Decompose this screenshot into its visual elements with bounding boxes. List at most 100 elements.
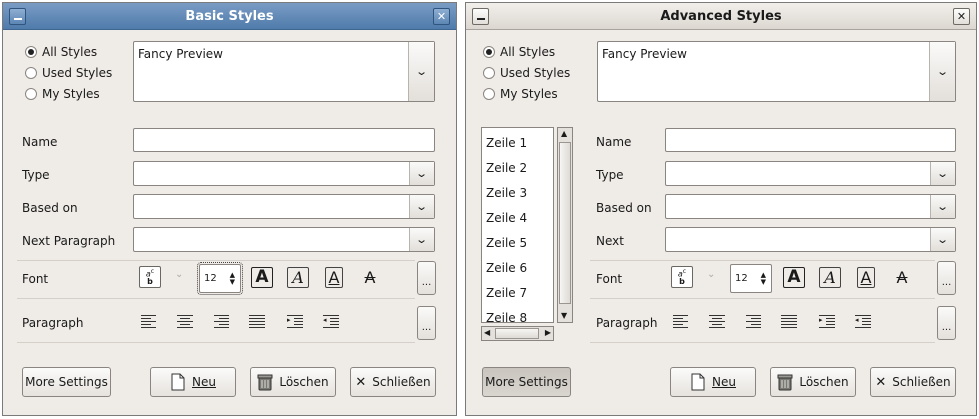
radio-circle[interactable]	[483, 88, 495, 100]
outdent-icon[interactable]: ◂	[320, 310, 342, 332]
basic-styles-window: Basic Styles ✕ All Styles Used Styles My…	[2, 2, 457, 416]
strikethrough-icon[interactable]: A	[359, 266, 381, 288]
paragraph-more-button[interactable]: ...	[937, 306, 956, 340]
next-paragraph-combo[interactable]: ⌄	[133, 227, 435, 252]
button-label: Neu	[192, 375, 216, 389]
radio-circle[interactable]	[483, 46, 495, 58]
close-icon[interactable]: ✕	[433, 8, 450, 25]
close-button[interactable]: ✕ Schließen	[350, 367, 436, 397]
underline-icon[interactable]: A	[855, 266, 877, 288]
font-more-button[interactable]: ...	[417, 261, 436, 295]
font-size-spinner[interactable]: 12 ▲ ▼	[197, 262, 243, 295]
underline-icon[interactable]: A	[323, 266, 345, 288]
horizontal-scrollbar[interactable]: ◀ ▶	[481, 326, 554, 341]
chevron-down-icon[interactable]: ⌄	[409, 195, 434, 218]
radio-circle[interactable]	[25, 46, 37, 58]
scroll-right-icon[interactable]: ▶	[545, 329, 551, 337]
new-button[interactable]: Neu	[670, 367, 756, 397]
italic-icon[interactable]: A	[287, 266, 309, 288]
style-list[interactable]: Zeile 1 Zeile 2 Zeile 3 Zeile 4 Zeile 5 …	[481, 127, 554, 325]
ellipsis-label: ...	[941, 277, 952, 288]
chevron-down-icon[interactable]: ⌄	[707, 269, 715, 280]
name-input[interactable]	[133, 128, 435, 152]
align-center-icon[interactable]	[174, 310, 196, 332]
scroll-up-icon[interactable]: ▲	[561, 130, 567, 138]
bold-icon[interactable]: A	[783, 266, 805, 288]
x-icon: ✕	[355, 374, 367, 390]
font-size-spinner[interactable]: 12 ▲ ▼	[730, 264, 772, 293]
more-settings-button[interactable]: More Settings	[22, 367, 111, 397]
delete-button[interactable]: Löschen	[250, 367, 336, 397]
radio-all-styles[interactable]: All Styles	[483, 45, 555, 59]
based-on-combo[interactable]: ⌄	[133, 194, 435, 219]
spinner-arrows-icon[interactable]: ▲ ▼	[230, 271, 235, 286]
indent-icon[interactable]: ▸	[284, 310, 306, 332]
outdent-icon[interactable]: ◂	[852, 310, 874, 332]
list-item[interactable]: Zeile 3	[486, 186, 527, 200]
italic-icon[interactable]: A	[819, 266, 841, 288]
align-left-icon[interactable]	[670, 310, 692, 332]
justify-icon[interactable]	[778, 310, 800, 332]
spell-check-icon[interactable]: ac b	[671, 266, 693, 288]
close-icon[interactable]: ✕	[953, 8, 970, 25]
chevron-down-icon[interactable]: ⌄	[930, 162, 955, 185]
list-item[interactable]: Zeile 7	[486, 286, 527, 300]
justify-icon[interactable]	[246, 310, 268, 332]
radio-circle[interactable]	[483, 67, 495, 79]
new-button[interactable]: Neu	[150, 367, 236, 397]
align-center-icon[interactable]	[706, 310, 728, 332]
type-combo[interactable]: ⌄	[133, 161, 435, 186]
strikethrough-icon[interactable]: A	[891, 266, 913, 288]
radio-circle[interactable]	[25, 88, 37, 100]
button-label: Neu	[712, 375, 736, 389]
minimize-icon[interactable]	[9, 8, 26, 25]
radio-label: My Styles	[500, 87, 558, 101]
style-preview[interactable]: Fancy Preview ⌄	[597, 41, 956, 102]
chevron-down-icon[interactable]: ⌄	[930, 195, 955, 218]
font-more-button[interactable]: ...	[937, 261, 956, 295]
scroll-left-icon[interactable]: ◀	[484, 329, 490, 337]
list-item[interactable]: Zeile 4	[486, 211, 527, 225]
scroll-thumb[interactable]	[495, 328, 539, 339]
spell-check-icon[interactable]: ac b	[139, 266, 161, 288]
chevron-down-icon[interactable]: ⌄	[930, 228, 955, 251]
chevron-down-icon[interactable]: ⌄	[409, 162, 434, 185]
radio-circle[interactable]	[25, 67, 37, 79]
bold-icon[interactable]: A	[251, 266, 273, 288]
close-button[interactable]: ✕ Schließen	[870, 367, 956, 397]
minimize-icon[interactable]	[472, 8, 489, 25]
indent-icon[interactable]: ▸	[816, 310, 838, 332]
more-settings-button[interactable]: More Settings	[482, 367, 571, 397]
chevron-down-icon[interactable]: ⌄	[408, 42, 434, 101]
based-on-combo[interactable]: ⌄	[665, 194, 956, 219]
delete-button[interactable]: Löschen	[770, 367, 856, 397]
radio-used-styles[interactable]: Used Styles	[483, 66, 570, 80]
align-right-icon[interactable]	[210, 310, 232, 332]
chevron-down-icon[interactable]: ⌄	[929, 42, 955, 101]
list-item[interactable]: Zeile 8	[486, 311, 527, 325]
title-bar: Advanced Styles ✕	[466, 3, 976, 30]
radio-my-styles[interactable]: My Styles	[25, 87, 100, 101]
list-item[interactable]: Zeile 5	[486, 236, 527, 250]
spinner-arrows-icon[interactable]: ▲ ▼	[761, 271, 766, 286]
list-item[interactable]: Zeile 6	[486, 261, 527, 275]
align-left-icon[interactable]	[138, 310, 160, 332]
align-right-icon[interactable]	[742, 310, 764, 332]
radio-used-styles[interactable]: Used Styles	[25, 66, 112, 80]
type-label: Type	[22, 168, 50, 182]
style-preview[interactable]: Fancy Preview ⌄	[133, 41, 435, 102]
vertical-scrollbar[interactable]: ▲ ▼	[557, 127, 573, 323]
list-item[interactable]: Zeile 1	[486, 136, 527, 150]
type-combo[interactable]: ⌄	[665, 161, 956, 186]
name-input[interactable]	[665, 128, 956, 152]
chevron-down-icon[interactable]: ⌄	[409, 228, 434, 251]
scroll-down-icon[interactable]: ▼	[561, 312, 567, 320]
list-item[interactable]: Zeile 2	[486, 161, 527, 175]
next-combo[interactable]: ⌄	[665, 227, 956, 252]
chevron-down-icon[interactable]: ⌄	[175, 269, 183, 280]
paragraph-more-button[interactable]: ...	[417, 306, 436, 340]
radio-label: Used Styles	[42, 66, 113, 80]
radio-my-styles[interactable]: My Styles	[483, 87, 558, 101]
scroll-thumb[interactable]	[559, 142, 571, 304]
radio-all-styles[interactable]: All Styles	[25, 45, 97, 59]
